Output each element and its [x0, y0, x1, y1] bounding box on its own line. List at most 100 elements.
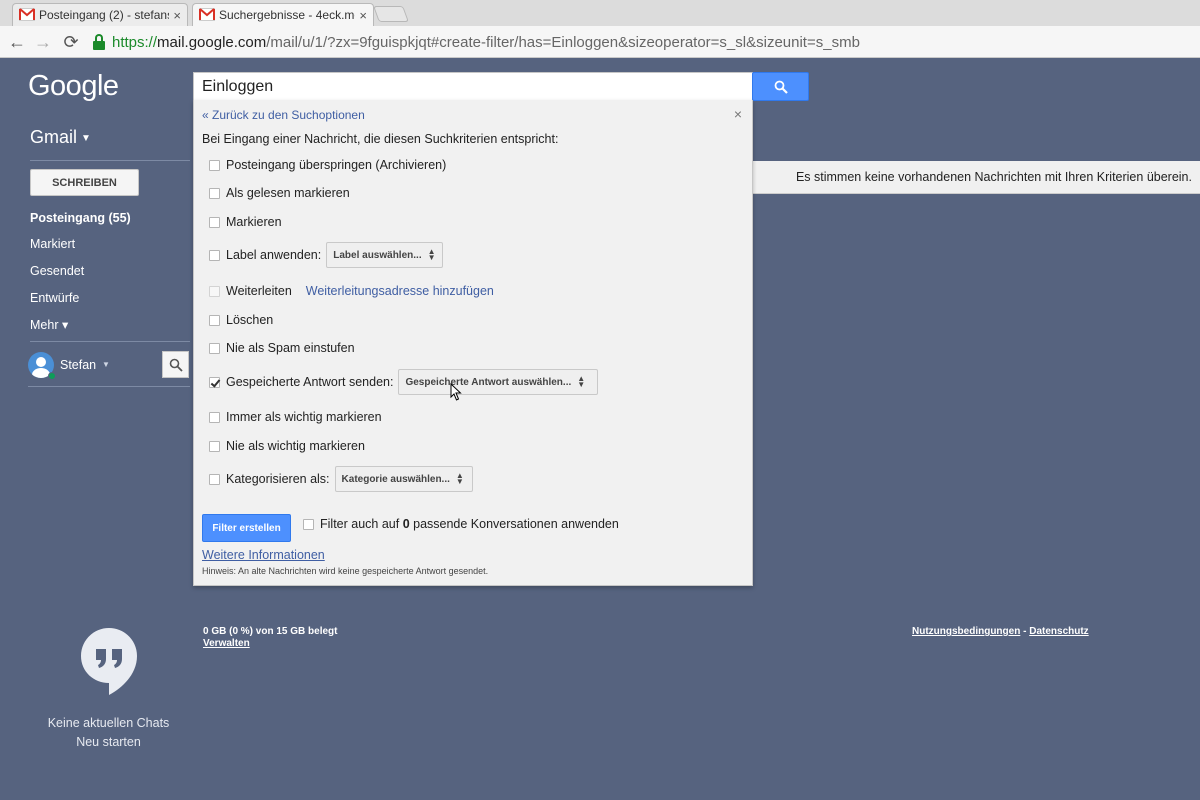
manage-storage-link[interactable]: Verwalten — [203, 638, 250, 649]
option-skip-inbox[interactable]: Posteingang überspringen (Archivieren) — [209, 155, 446, 175]
chevron-down-icon: ▼ — [81, 132, 91, 144]
browser-tab-title: Posteingang (2) - stefanst — [39, 8, 170, 22]
create-filter-dialog: « Zurück zu den Suchoptionen × Bei Einga… — [193, 100, 753, 586]
close-icon[interactable]: × — [359, 8, 367, 23]
url-host: mail.google.com — [157, 33, 267, 51]
categorize-checkbox[interactable] — [209, 473, 220, 485]
label-select[interactable]: Label auswählen... ▲ ▼ — [326, 242, 444, 268]
sidebar-item-starred[interactable]: Markiert — [30, 237, 75, 251]
back-arrow-icon[interactable]: ← — [6, 31, 28, 53]
delete-checkbox[interactable] — [209, 314, 220, 326]
option-delete[interactable]: Löschen — [209, 310, 273, 330]
hangouts-icon — [80, 627, 138, 695]
option-label: Label anwenden: — [226, 248, 322, 262]
apply-to-existing-checkbox[interactable] — [303, 518, 314, 530]
divider — [30, 160, 190, 161]
forward-checkbox[interactable] — [209, 285, 220, 297]
hint-text: Hinweis: An alte Nachrichten wird keine … — [202, 566, 489, 576]
create-filter-button[interactable]: Filter erstellen — [202, 514, 291, 542]
start-new-chat-link[interactable]: Neu starten — [0, 735, 217, 749]
divider — [30, 341, 190, 342]
search-button[interactable] — [752, 72, 809, 101]
add-forwarding-address-link[interactable]: Weiterleitungsadresse hinzufügen — [306, 284, 494, 298]
sidebar-item-drafts[interactable]: Entwürfe — [30, 291, 79, 305]
option-canned-response[interactable]: Gespeicherte Antwort senden: Gespeichert… — [209, 369, 599, 395]
option-never-spam[interactable]: Nie als Spam einstufen — [209, 338, 355, 358]
sidebar-item-inbox[interactable]: Posteingang (55) — [30, 211, 131, 225]
option-label: Posteingang überspringen (Archivieren) — [226, 158, 447, 172]
no-results-message: Es stimmen keine vorhandenen Nachrichten… — [795, 170, 1192, 184]
canned-response-select-value: Gespeicherte Antwort auswählen... — [405, 376, 572, 388]
option-forward[interactable]: Weiterleiten Weiterleitungsadresse hinzu… — [209, 281, 494, 301]
reload-icon[interactable]: ⟳ — [60, 31, 82, 53]
back-to-search-options-link[interactable]: « Zurück zu den Suchoptionen — [202, 108, 365, 122]
never-important-checkbox[interactable] — [209, 440, 220, 452]
gmail-icon — [19, 8, 35, 22]
url-path: /mail/u/1/?zx=9fguispkjqt#create-filter/… — [266, 33, 860, 51]
sidebar-item-more[interactable]: Mehr ▾ — [30, 317, 68, 332]
online-status-icon — [48, 372, 56, 380]
canned-response-checkbox[interactable] — [209, 376, 220, 388]
option-categorize[interactable]: Kategorisieren als: Kategorie auswählen.… — [209, 466, 473, 492]
storage-usage: 0 GB (0 %) von 15 GB belegt — [203, 626, 338, 637]
option-label: Gespeicherte Antwort senden: — [226, 375, 394, 389]
option-label: Als gelesen markieren — [226, 186, 350, 200]
no-chats-text: Keine aktuellen Chats — [47, 716, 170, 730]
browser-tab-inbox[interactable]: Posteingang (2) - stefanst × — [12, 3, 188, 26]
option-never-important[interactable]: Nie als wichtig markieren — [209, 436, 365, 456]
search-input[interactable] — [193, 72, 753, 100]
apply-suffix: passende Konversationen anwenden — [409, 517, 619, 531]
criteria-text: Bei Eingang einer Nachricht, die diesen … — [202, 132, 559, 146]
option-label: Nie als Spam einstufen — [226, 341, 355, 355]
user-name: Stefan — [60, 358, 97, 372]
compose-button[interactable]: SCHREIBEN — [30, 169, 139, 196]
more-info-link[interactable]: Weitere Informationen — [202, 548, 325, 562]
footer-links: Nutzungsbedingungen - Datenschutz — [912, 626, 1089, 637]
browser-toolbar: ← → ⟳ https:// mail.google.com /mail/u/1… — [0, 26, 1200, 58]
star-checkbox[interactable] — [209, 216, 220, 228]
option-label: Markieren — [226, 215, 282, 229]
never-spam-checkbox[interactable] — [209, 342, 220, 354]
close-icon[interactable]: × — [734, 106, 742, 122]
mouse-pointer-icon — [450, 383, 462, 401]
gmail-label: Gmail — [30, 127, 78, 147]
select-arrows-icon: ▲ ▼ — [455, 471, 464, 486]
address-bar[interactable]: https:// mail.google.com /mail/u/1/?zx=9… — [92, 30, 1200, 54]
terms-link[interactable]: Nutzungsbedingungen — [912, 626, 1020, 637]
apply-prefix: Filter auch auf — [320, 517, 403, 531]
sidebar-item-sent[interactable]: Gesendet — [30, 264, 84, 278]
browser-tab-search-results[interactable]: Suchergebnisse - 4eck.me × — [192, 3, 374, 26]
close-icon[interactable]: × — [173, 8, 181, 23]
option-star[interactable]: Markieren — [209, 212, 282, 232]
option-label: Weiterleiten — [226, 284, 292, 298]
option-mark-read[interactable]: Als gelesen markieren — [209, 183, 350, 203]
url-scheme: https:// — [112, 33, 158, 51]
hangouts-user[interactable]: Stefan ▼ — [28, 350, 190, 380]
browser-tab-bar: Posteingang (2) - stefanst × Suchergebni… — [0, 0, 1200, 26]
option-label: Nie als wichtig markieren — [226, 439, 365, 453]
select-arrows-icon: ▲ ▼ — [577, 374, 586, 389]
privacy-link[interactable]: Datenschutz — [1029, 626, 1088, 637]
new-tab-button[interactable] — [373, 6, 409, 22]
category-select[interactable]: Kategorie auswählen... ▲ ▼ — [334, 466, 473, 492]
google-logo[interactable]: Google — [28, 70, 119, 103]
forward-arrow-icon[interactable]: → — [32, 31, 54, 53]
select-arrows-icon: ▲ ▼ — [427, 247, 436, 262]
chevron-down-icon[interactable]: ▼ — [102, 360, 110, 369]
mark-read-checkbox[interactable] — [209, 187, 220, 199]
canned-response-select[interactable]: Gespeicherte Antwort auswählen... ▲ ▼ — [398, 369, 599, 395]
option-always-important[interactable]: Immer als wichtig markieren — [209, 407, 382, 427]
option-apply-to-existing[interactable]: Filter auch auf 0 passende Konversatione… — [303, 514, 619, 534]
option-apply-label[interactable]: Label anwenden: Label auswählen... ▲ ▼ — [209, 242, 444, 268]
option-label: Löschen — [226, 313, 274, 327]
skip-inbox-checkbox[interactable] — [209, 159, 220, 171]
apply-label-checkbox[interactable] — [209, 249, 220, 261]
gmail-menu[interactable]: Gmail ▼ — [30, 127, 91, 148]
always-important-checkbox[interactable] — [209, 411, 220, 423]
people-search-button[interactable] — [162, 351, 189, 378]
category-select-value: Kategorie auswählen... — [341, 473, 450, 485]
search-icon — [774, 80, 788, 94]
search-icon — [169, 358, 183, 372]
option-label: Immer als wichtig markieren — [226, 410, 382, 424]
lock-icon — [92, 34, 106, 50]
